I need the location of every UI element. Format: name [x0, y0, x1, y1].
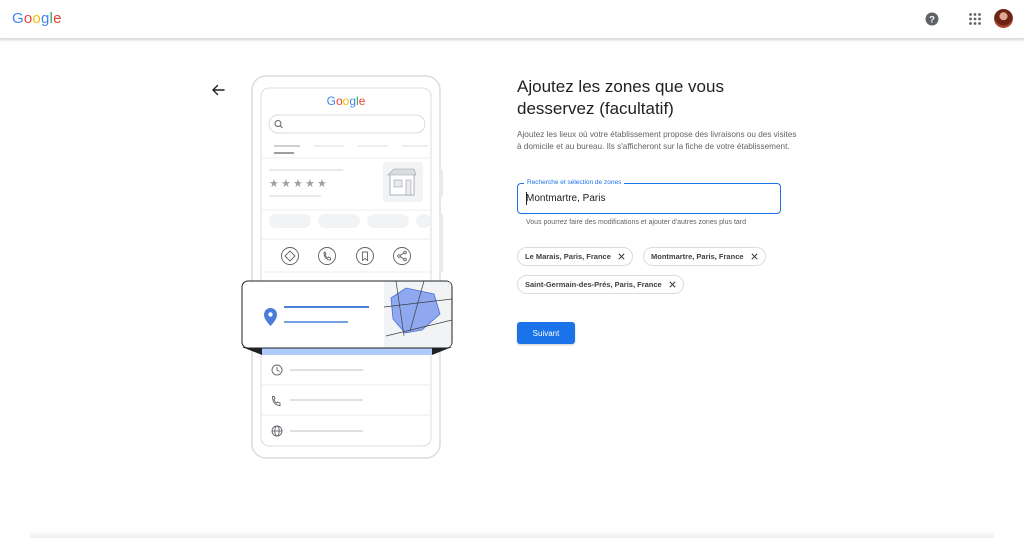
- placeholder-chip: [318, 214, 360, 228]
- svg-text:★: ★: [269, 177, 279, 190]
- apps-grid-icon[interactable]: [968, 12, 982, 26]
- next-button[interactable]: Suivant: [517, 322, 575, 344]
- phone-screen: [260, 87, 432, 447]
- service-area-form: Ajoutez les zones que vous desservez (fa…: [517, 76, 797, 344]
- svg-text:★: ★: [281, 177, 291, 190]
- area-chip-label: Saint-Germain-des-Prés, Paris, France: [525, 280, 662, 289]
- phone-google-logo: Google: [327, 94, 366, 108]
- svg-text:★: ★: [305, 177, 315, 190]
- svg-text:★: ★: [317, 177, 327, 190]
- close-icon[interactable]: [617, 252, 626, 261]
- area-search-field[interactable]: Recherche et sélection de zones: [517, 178, 781, 214]
- area-chip-label: Montmartre, Paris, France: [651, 252, 744, 261]
- text-caret: [526, 192, 527, 205]
- help-circle-icon[interactable]: ?: [925, 12, 939, 26]
- rating-stars-icon: ★ ★ ★ ★ ★: [269, 177, 327, 190]
- phone-side-button: [439, 169, 443, 197]
- svg-text:?: ?: [929, 15, 935, 26]
- svg-text:★: ★: [293, 177, 303, 190]
- close-icon[interactable]: [668, 280, 677, 289]
- area-search-input[interactable]: [518, 184, 780, 213]
- area-chip-label: Le Marais, Paris, France: [525, 252, 611, 261]
- area-chip[interactable]: Le Marais, Paris, France: [517, 247, 633, 266]
- close-icon[interactable]: [750, 252, 759, 261]
- area-chip[interactable]: Montmartre, Paris, France: [643, 247, 766, 266]
- page-bottom-edge: [30, 530, 994, 538]
- page-title: Ajoutez les zones que vous desservez (fa…: [517, 77, 724, 118]
- store-icon: [387, 168, 417, 196]
- placeholder-chip: [367, 214, 409, 228]
- area-chip[interactable]: Saint-Germain-des-Prés, Paris, France: [517, 275, 684, 294]
- placeholder-chip: [416, 214, 431, 228]
- helper-text: Vous pourrez faire des modifications et …: [526, 219, 747, 226]
- phone-side-button: [439, 214, 443, 272]
- avatar[interactable]: [994, 9, 1013, 28]
- phone-illustration: Google ★ ★ ★ ★ ★: [241, 75, 453, 459]
- google-logo[interactable]: Google: [12, 10, 62, 27]
- page-description: Ajoutez les lieux où votre établissement…: [517, 130, 797, 151]
- phone-search-bar: [268, 114, 426, 134]
- top-bar: Google ?: [0, 0, 1024, 39]
- back-arrow-icon[interactable]: [210, 82, 226, 98]
- placeholder-chip: [269, 214, 311, 228]
